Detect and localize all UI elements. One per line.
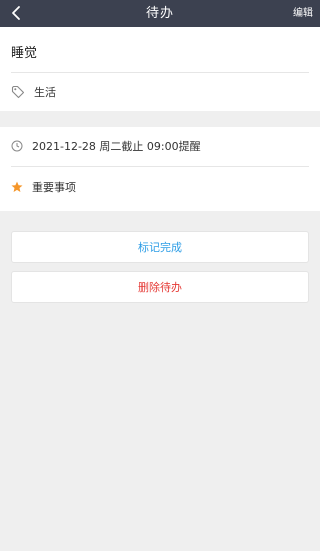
task-title: 睡觉 xyxy=(11,45,38,61)
tag-row[interactable]: 生活 xyxy=(11,82,309,102)
importance-label: 重要事项 xyxy=(32,181,76,194)
schedule-card: 2021-12-28 周二截止 09:00提醒 重要事项 xyxy=(0,127,320,211)
top-bar: 待办 编辑 xyxy=(0,0,320,27)
tag-icon xyxy=(11,85,25,99)
deadline-row[interactable]: 2021-12-28 周二截止 09:00提醒 xyxy=(11,136,309,156)
tag-label: 生活 xyxy=(34,86,56,99)
deadline-text: 2021-12-28 周二截止 09:00提醒 xyxy=(32,140,201,153)
task-info-card: 睡觉 生活 xyxy=(0,27,320,111)
divider xyxy=(11,72,309,73)
importance-row[interactable]: 重要事项 xyxy=(11,177,309,197)
page-title: 待办 xyxy=(145,6,174,21)
edit-button[interactable]: 编辑 xyxy=(293,0,313,27)
star-icon xyxy=(11,181,23,192)
divider xyxy=(11,166,309,167)
delete-task-button[interactable]: 删除待办 xyxy=(11,271,309,303)
mark-complete-button[interactable]: 标记完成 xyxy=(11,231,309,263)
clock-icon xyxy=(11,140,23,152)
